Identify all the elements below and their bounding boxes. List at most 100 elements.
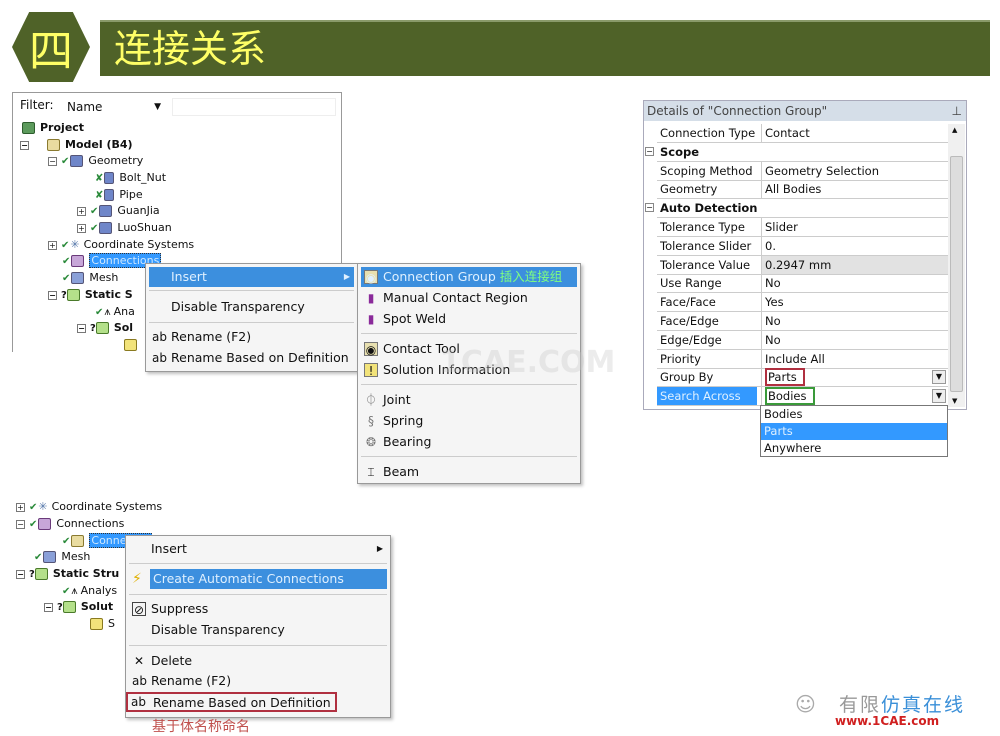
- details-group-header[interactable]: − Scope: [645, 143, 948, 162]
- property-value[interactable]: Yes: [761, 293, 948, 312]
- menu-item-rename[interactable]: ab Rename (F2): [129, 671, 387, 691]
- menu-item-disable-transparency[interactable]: Disable Transparency: [149, 297, 354, 317]
- menu-item-disable-transparency[interactable]: Disable Transparency: [129, 620, 387, 640]
- rename-icon: ab: [152, 330, 167, 344]
- tree-item-connections[interactable]: − ✔ Connections: [16, 515, 124, 532]
- menu-item-rename-based-on-definition[interactable]: ab Rename Based on Definition: [126, 692, 337, 712]
- menu-item-bearing[interactable]: ❂ Bearing: [361, 432, 577, 452]
- details-row[interactable]: Use Range No: [657, 274, 948, 294]
- collapse-icon[interactable]: −: [645, 146, 654, 156]
- check-icon: ✘: [95, 173, 104, 184]
- wechat-icon: ☺: [795, 692, 816, 716]
- property-value[interactable]: Slider: [761, 218, 948, 236]
- chevron-down-icon[interactable]: ▼: [932, 370, 946, 385]
- tree-item-body[interactable]: ✘ Bolt_Nut: [95, 169, 166, 186]
- lightning-icon: ⚡: [132, 571, 142, 587]
- menu-item-create-automatic-connections[interactable]: Create Automatic Connections: [150, 569, 387, 589]
- details-row[interactable]: Group By Parts ▼: [657, 368, 948, 388]
- tree-item-static-structural[interactable]: −? Static Stru: [16, 565, 119, 582]
- expand-icon[interactable]: +: [77, 206, 86, 216]
- property-value[interactable]: All Bodies: [761, 180, 948, 199]
- tree-item-geometry[interactable]: − ✔ Geometry: [48, 152, 143, 169]
- details-row[interactable]: Edge/Edge No: [657, 330, 948, 350]
- tree-item-mesh[interactable]: ✔ Mesh: [62, 269, 118, 286]
- details-row[interactable]: Tolerance Type Slider: [657, 218, 948, 237]
- menu-item-suppress[interactable]: ⊘ Suppress: [129, 599, 387, 619]
- tree-item-analysis-settings[interactable]: ✔⩚ Ana: [95, 303, 135, 320]
- details-row[interactable]: Scoping Method Geometry Selection: [657, 161, 948, 181]
- details-row[interactable]: Tolerance Value 0.2947 mm: [657, 255, 948, 275]
- property-value[interactable]: No: [761, 330, 948, 349]
- option-parts[interactable]: Parts: [761, 423, 947, 440]
- mesh-icon: [43, 551, 57, 563]
- menu-item-insert[interactable]: Insert ▶: [149, 267, 354, 287]
- menu-item-spring[interactable]: § Spring: [361, 411, 577, 431]
- expand-icon[interactable]: +: [77, 223, 86, 233]
- solution-icon: [95, 322, 109, 334]
- property-label: Auto Detection: [660, 201, 758, 216]
- property-value[interactable]: 0.2947 mm: [761, 255, 948, 274]
- property-value[interactable]: Geometry Selection: [761, 161, 948, 180]
- property-value[interactable]: Parts ▼: [761, 368, 948, 387]
- filter-select[interactable]: Name ▼: [63, 98, 165, 116]
- collapse-icon[interactable]: −: [20, 140, 29, 150]
- body-icon: [104, 172, 115, 184]
- joint-icon: ⏀: [364, 393, 377, 407]
- collapse-icon[interactable]: −: [77, 323, 86, 333]
- tree-item-coordinate-systems[interactable]: + ✔✳ Coordinate Systems: [16, 498, 162, 515]
- collapse-icon[interactable]: −: [48, 156, 57, 166]
- option-bodies[interactable]: Bodies: [761, 406, 947, 423]
- property-value[interactable]: Include All: [761, 349, 948, 368]
- collapse-icon[interactable]: −: [48, 290, 57, 300]
- geometry-icon: [70, 155, 84, 167]
- tree-item-solution-information[interactable]: [124, 336, 142, 353]
- search-across-dropdown-list: Bodies Parts Anywhere: [760, 405, 948, 457]
- menu-item-spot-weld[interactable]: ▮ Spot Weld: [361, 309, 577, 329]
- menu-item-rename[interactable]: ab Rename (F2): [149, 327, 354, 347]
- details-row[interactable]: Geometry All Bodies: [657, 180, 948, 200]
- tree-item-body[interactable]: ✘ Pipe: [95, 186, 143, 203]
- beam-icon: ⌶: [367, 465, 375, 479]
- menu-item-insert[interactable]: Insert ▶: [129, 539, 387, 559]
- details-group-header[interactable]: − Auto Detection: [645, 199, 948, 219]
- property-value[interactable]: 0.: [761, 236, 948, 255]
- property-value[interactable]: Bodies ▼: [761, 387, 948, 406]
- details-row[interactable]: Priority Include All: [657, 349, 948, 369]
- tree-item-solution-information[interactable]: S: [90, 615, 115, 632]
- contact-tool-icon: ◉: [364, 342, 378, 357]
- menu-item-connection-group[interactable]: ◉ Connection Group 插入连接组: [361, 267, 577, 287]
- menu-item-beam[interactable]: ⌶ Beam: [361, 462, 577, 482]
- analysis-icon: [34, 568, 48, 580]
- tree-item-solution[interactable]: −? Sol: [77, 319, 133, 336]
- tree-item-solution[interactable]: −? Solut: [44, 598, 113, 615]
- tree-item-static-structural[interactable]: −? Static S: [48, 286, 133, 303]
- details-row[interactable]: Face/Edge No: [657, 312, 948, 331]
- tree-item-mesh[interactable]: ✔ Mesh: [34, 548, 90, 565]
- property-value[interactable]: No: [761, 274, 948, 293]
- property-label: Search Across: [657, 387, 757, 406]
- tree-item-project[interactable]: Project: [22, 119, 84, 136]
- option-anywhere[interactable]: Anywhere: [761, 440, 947, 457]
- details-scrollbar[interactable]: ▲ ▼: [948, 124, 965, 407]
- collapse-icon[interactable]: −: [645, 203, 654, 213]
- details-row[interactable]: Search Across Bodies ▼: [657, 387, 948, 407]
- axes-icon: ✳: [70, 238, 80, 251]
- details-row[interactable]: Connection Type Contact: [657, 124, 948, 143]
- tree-item-body[interactable]: + ✔ LuoShuan: [77, 219, 172, 236]
- menu-item-delete[interactable]: ✕ Delete: [129, 651, 387, 671]
- tree-item-body[interactable]: + ✔ GuanJia: [77, 202, 160, 219]
- expand-icon[interactable]: +: [48, 240, 57, 250]
- pin-icon[interactable]: ⊥: [952, 101, 962, 121]
- tree-item-coordinate-systems[interactable]: + ✔✳ Coordinate Systems: [48, 236, 194, 253]
- menu-item-manual-contact-region[interactable]: ▮ Manual Contact Region: [361, 288, 577, 308]
- details-row[interactable]: Tolerance Slider 0.: [657, 236, 948, 256]
- menu-item-joint[interactable]: ⏀ Joint: [361, 390, 577, 410]
- tree-item-analysis-settings[interactable]: ✔⩚ Analys: [62, 582, 117, 599]
- chevron-down-icon[interactable]: ▼: [932, 389, 946, 404]
- tree-item-model[interactable]: − Model (B4): [20, 136, 133, 153]
- menu-item-rename-based-on-definition[interactable]: ab Rename Based on Definition: [149, 348, 354, 368]
- filter-search-input[interactable]: [172, 98, 336, 116]
- property-value[interactable]: No: [761, 312, 948, 330]
- property-value[interactable]: Contact: [761, 124, 948, 142]
- details-row[interactable]: Face/Face Yes: [657, 293, 948, 313]
